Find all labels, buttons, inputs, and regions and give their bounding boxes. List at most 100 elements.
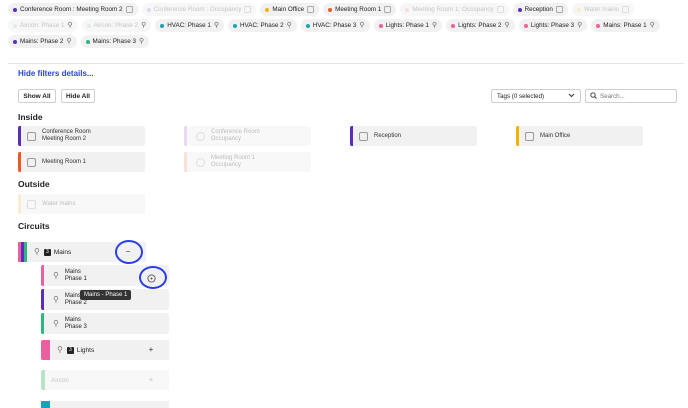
chip-label: Lights: Phase 3 (530, 22, 575, 29)
filter-chip[interactable]: Meeting Room 1: Occupancy (400, 3, 509, 16)
chip-color-dot (160, 23, 165, 28)
hide-filters-details-link[interactable]: Hide filters details... (18, 69, 94, 78)
mains-label: Mains (53, 248, 72, 256)
zone-name: Meeting Room 1 (42, 158, 87, 165)
filter-chip[interactable]: HVAC: Phase 2 ⚲ (228, 19, 297, 32)
zone-card[interactable]: Meeting Room 1 (18, 152, 145, 172)
filter-chip[interactable]: Mains: Phase 2 ⚲ (8, 35, 77, 48)
chip-label: HVAC: Phase 1 (167, 22, 211, 29)
chip-label: Aircon: Phase 2 (93, 22, 139, 29)
lights-count-badge: 3 (66, 346, 74, 354)
lightbulb-icon: ⚲ (67, 22, 73, 29)
phase-text: Mains Phase 3 (65, 317, 87, 331)
phase-name: Phase 3 (64, 323, 87, 330)
filter-chip[interactable]: Aircon: Phase 1 ⚲ (8, 19, 78, 32)
chip-color-dot (85, 39, 90, 44)
chip-label: Mains: Phase 3 (92, 38, 136, 45)
room-icon (196, 131, 205, 141)
chip-color-dot (13, 39, 17, 44)
phase-color-bar (41, 289, 44, 310)
filter-chip[interactable]: Mains: Phase 1 ⚲ (591, 19, 660, 32)
room-icon (307, 6, 315, 13)
lightbulb-icon: ⚲ (213, 22, 219, 29)
phase-color-bar (41, 265, 44, 286)
chip-color-dot (517, 7, 522, 12)
chip-label: Reception (524, 6, 553, 13)
mains-color-strip (18, 242, 27, 262)
chip-color-dot (596, 23, 601, 28)
zone-color-bar (184, 126, 187, 146)
chip-color-dot (451, 23, 456, 28)
room-icon (496, 6, 504, 13)
zone-card-text: Conference Room Meeting Room 2 (42, 129, 91, 143)
zone-card[interactable]: Water mains (18, 194, 145, 214)
section-outside-title: Outside (18, 179, 50, 189)
filter-chip[interactable]: Mains: Phase 3 ⚲ (80, 35, 150, 48)
chip-color-dot (86, 23, 91, 28)
search-input[interactable] (600, 92, 670, 100)
filter-chip[interactable]: Meeting Room 1 (323, 3, 397, 16)
room-icon (27, 199, 36, 209)
chip-label: Lights: Phase 1 (385, 22, 429, 29)
phase-card[interactable]: ⚲ Mains Phase 3 (41, 313, 169, 334)
active-filter-chips: Conference Room : Meeting Room 2 Conferen… (8, 3, 684, 48)
filter-chip[interactable]: Reception (512, 3, 568, 16)
zone-name: Reception (374, 132, 402, 139)
filter-chip[interactable]: Lights: Phase 1 ⚲ (373, 19, 443, 32)
filter-chip[interactable]: Lights: Phase 2 ⚲ (446, 19, 515, 32)
chip-color-dot (305, 23, 310, 28)
zone-card[interactable]: Meeting Room 1 Occupancy (184, 152, 311, 172)
search-box[interactable] (585, 89, 677, 103)
filter-chip[interactable]: Conference Room : Meeting Room 2 (8, 3, 138, 16)
room-icon (196, 157, 205, 167)
zone-card-text: Reception (374, 133, 401, 140)
chip-label: Water mains (583, 6, 620, 13)
chip-label: Mains: Phase 1 (603, 22, 647, 29)
zone-color-bar (516, 126, 519, 146)
zone-color-bar (184, 152, 187, 172)
circuit-aircon-group[interactable]: Aircon + (41, 370, 169, 390)
zone-card-text: Conference Room Occupancy (211, 129, 260, 143)
lightbulb-icon: ⚲ (138, 38, 145, 45)
filter-chip[interactable]: Conference Room : Occupancy (141, 3, 257, 16)
filter-chip[interactable]: Lights: Phase 3 ⚲ (518, 19, 588, 32)
expand-aircon-button[interactable]: + (145, 374, 157, 386)
lightbulb-icon: ⚲ (577, 22, 583, 29)
search-icon (590, 91, 597, 101)
filter-chip[interactable]: Aircon: Phase 2 ⚲ (81, 19, 152, 32)
zone-color-bar (18, 126, 21, 146)
lights-label: Lights (76, 346, 95, 354)
filter-chip[interactable]: Main Office (260, 3, 320, 16)
chevron-down-icon (568, 93, 575, 100)
zone-color-bar (18, 152, 21, 172)
filter-chip[interactable]: Water mains (571, 3, 635, 16)
zone-card[interactable]: Main Office (516, 126, 643, 146)
lightbulb-icon: ⚲ (649, 22, 655, 29)
zone-card[interactable]: Reception (350, 126, 477, 146)
room-icon (27, 157, 36, 167)
zone-name: Main Office (540, 132, 571, 139)
circuit-lights-group[interactable]: ⚲ 3 Lights + (41, 340, 169, 360)
filter-chip[interactable]: HVAC: Phase 1 ⚲ (155, 19, 224, 32)
circuit-hvac-group[interactable] (41, 401, 169, 408)
chip-color-dot (576, 7, 581, 12)
aircon-label: Aircon (51, 376, 69, 384)
zone-card[interactable]: Conference Room Occupancy (184, 126, 311, 146)
zone-color-bar (18, 194, 21, 214)
chip-color-dot (265, 7, 270, 12)
hide-all-button[interactable]: Hide All (61, 89, 95, 103)
room-icon (27, 131, 36, 141)
expand-lights-button[interactable]: + (145, 344, 157, 356)
filter-chip[interactable]: HVAC: Phase 3 ⚲ (300, 19, 370, 32)
zone-card-text: Meeting Room 1 (42, 159, 86, 166)
zone-card[interactable]: Conference Room Meeting Room 2 (18, 126, 145, 146)
show-all-button[interactable]: Show All (18, 89, 56, 103)
tags-select[interactable]: Tags (0 selected) (491, 89, 581, 103)
lightbulb-icon: ⚲ (359, 22, 365, 29)
chip-color-dot (233, 23, 237, 28)
phase-circuit-name: Mains (64, 316, 81, 323)
room-icon (622, 6, 630, 13)
highlight-circle (139, 266, 167, 289)
phase-color-bar (41, 313, 44, 334)
chip-label: Aircon: Phase 1 (20, 22, 65, 29)
